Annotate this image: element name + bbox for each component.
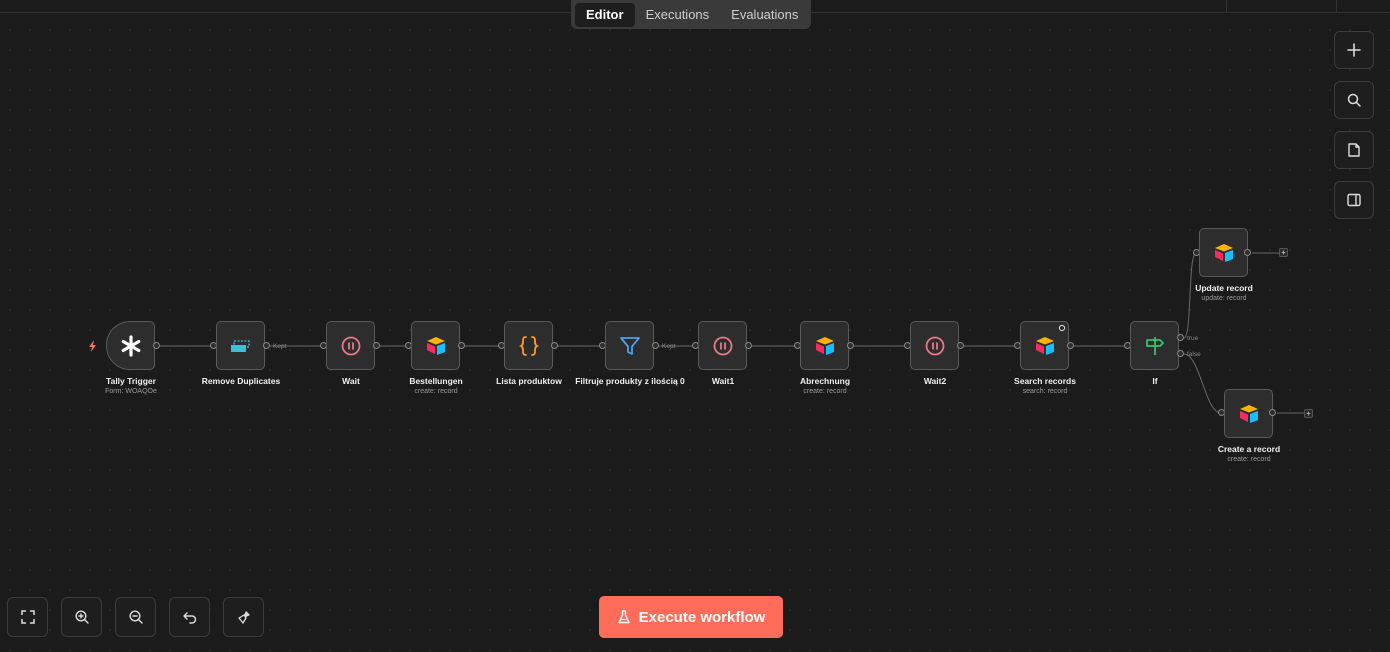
output-port[interactable] [1269,409,1276,416]
zoom-out-icon [128,610,143,624]
airtable-icon [1035,336,1054,355]
node-label: Search records [1014,376,1076,386]
node-subtitle: create: record [414,388,458,395]
add-next-node-button[interactable]: + [1304,409,1313,418]
pause-icon [341,336,360,355]
execute-workflow-label: Execute workflow [638,608,766,626]
output-port[interactable] [153,342,160,349]
output-port[interactable] [847,342,854,349]
output-port[interactable] [458,342,465,349]
node-lista-produktow[interactable] [504,321,553,370]
edge-label-kept: Kept [273,343,287,350]
node-label: If [1152,376,1158,386]
node-wait1[interactable] [698,321,747,370]
edge-label-true: true [1187,335,1199,342]
output-port-false[interactable] [1177,350,1184,357]
fit-view-icon [20,610,35,624]
airtable-icon [426,336,445,355]
node-filtruje-produkty[interactable] [605,321,654,370]
undo-icon [182,612,196,624]
node-wait[interactable] [326,321,375,370]
remove-duplicates-icon [230,339,250,352]
node-wait2[interactable] [910,321,959,370]
node-label: Remove Duplicates [201,376,281,386]
workflow-connections [160,252,1305,414]
output-port-true[interactable] [1177,334,1184,341]
output-port[interactable] [263,342,270,349]
node-subtitle: create: record [1227,456,1271,463]
trigger-bolt-icon [89,340,96,352]
zoom-out-button[interactable] [115,597,156,637]
pause-icon [925,336,944,355]
output-port[interactable] [551,342,558,349]
add-next-node-button[interactable]: + [1279,248,1288,257]
fit-view-button[interactable] [7,597,48,637]
node-subtitle: search: record [1022,388,1068,395]
signpost-icon [1145,336,1164,355]
output-port[interactable] [1067,342,1074,349]
airtable-icon [1214,243,1233,262]
output-port[interactable] [957,342,964,349]
node-create-record[interactable] [1224,389,1273,438]
output-port[interactable] [1244,249,1251,256]
execute-workflow-button[interactable]: Execute workflow [599,596,783,638]
airtable-icon [815,336,834,355]
node-subtitle: create: record [803,388,847,395]
code-braces-icon [518,335,539,356]
node-abrechnung[interactable] [800,321,849,370]
node-update-record[interactable] [1199,228,1248,277]
node-remove-duplicates[interactable] [216,321,265,370]
output-port[interactable] [652,342,659,349]
node-label: Create a record [1217,444,1281,454]
pause-icon [713,336,732,355]
node-subtitle: update: record [1201,295,1247,302]
node-label: Abrechnung [799,376,851,386]
node-label: Update record [1195,283,1253,293]
filter-icon [619,336,640,355]
node-bestellungen[interactable] [411,321,460,370]
node-subtitle: Form: WOAQOe [105,388,157,395]
flask-icon [617,610,630,624]
undo-button[interactable] [169,597,210,637]
edge-label-false: false [1187,351,1201,358]
output-port[interactable] [745,342,752,349]
zoom-in-icon [74,610,89,624]
output-port[interactable] [373,342,380,349]
tidy-up-button[interactable] [223,597,264,637]
node-label: Tally Trigger [106,376,156,386]
airtable-icon [1239,404,1258,423]
node-tally-trigger[interactable] [106,321,155,370]
refresh-icon [1058,324,1066,332]
clean-up-icon [237,611,250,624]
node-if[interactable] [1130,321,1179,370]
node-label: Wait2 [923,376,947,386]
node-search-records[interactable] [1020,321,1069,370]
edge-label-kept: Kept [662,343,676,350]
asterisk-icon [121,334,140,357]
zoom-in-button[interactable] [61,597,102,637]
